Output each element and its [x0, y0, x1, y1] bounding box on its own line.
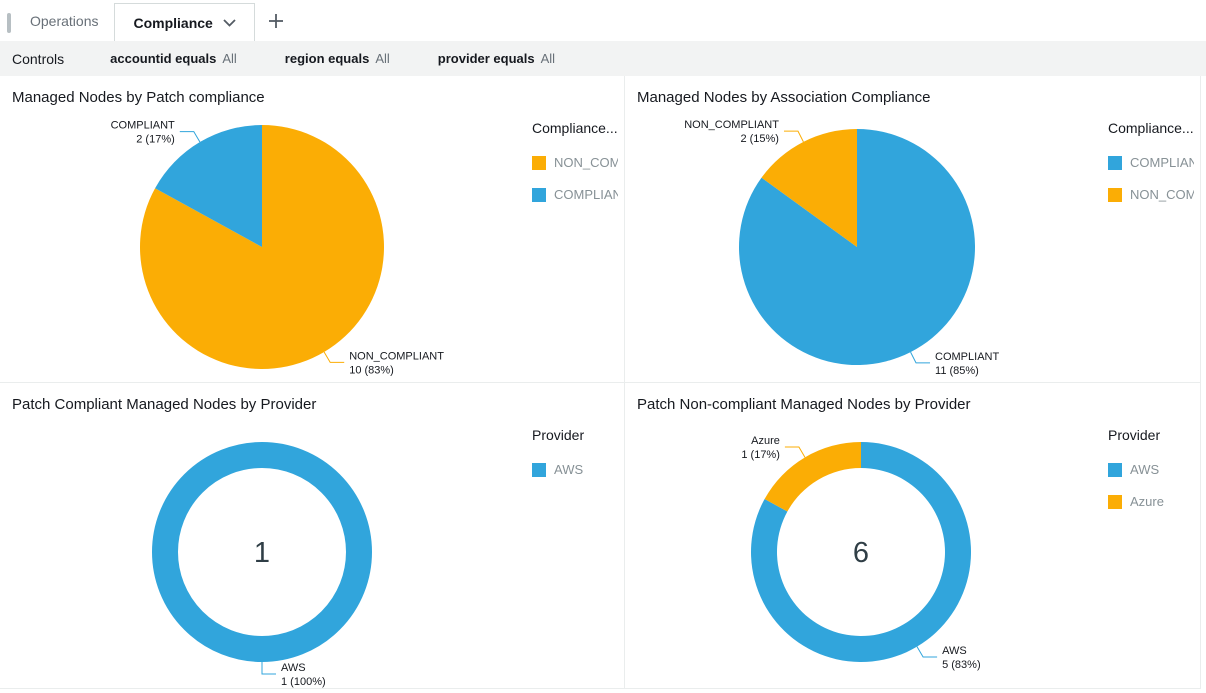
- slice-label: COMPLIANT11 (85%): [935, 351, 999, 377]
- donut-chart[interactable]: AWS1 (100%) 1: [0, 383, 624, 688]
- legend-item-aws[interactable]: AWS: [532, 462, 618, 477]
- tab-operations-label: Operations: [30, 13, 98, 29]
- filter-provider[interactable]: provider equals All: [438, 51, 555, 66]
- legend-swatch: [532, 463, 546, 477]
- filter-value[interactable]: All: [375, 51, 389, 66]
- chevron-down-icon[interactable]: [223, 19, 236, 27]
- chart-legend: Provider AWS Azure: [1108, 427, 1194, 526]
- charts-grid: Managed Nodes by Patch complianceNON_COM…: [0, 76, 1201, 689]
- legend-items: AWS Azure: [1108, 462, 1194, 509]
- legend-swatch: [1108, 188, 1122, 202]
- legend-item-non-com-[interactable]: NON_COM...: [532, 155, 618, 170]
- legend-item-compliant[interactable]: COMPLIANT: [1108, 155, 1194, 170]
- chart-legend: Compliance... COMPLIANT NON_COM...: [1108, 120, 1194, 219]
- label-leader-line: [785, 447, 805, 457]
- legend-swatch: [1108, 156, 1122, 170]
- tab-compliance[interactable]: Compliance: [114, 3, 254, 41]
- slice-label: COMPLIANT2 (17%): [111, 120, 175, 146]
- legend-item-label: COMPLIANT: [1130, 155, 1194, 170]
- slice-label: NON_COMPLIANT10 (83%): [349, 350, 444, 376]
- legend-item-label: NON_COM...: [1130, 187, 1194, 202]
- pie-chart[interactable]: NON_COMPLIANT10 (83%) COMPLIANT2 (17%): [0, 76, 624, 382]
- slice-label: Azure1 (17%): [741, 435, 780, 461]
- legend-swatch: [532, 188, 546, 202]
- legend-swatch: [532, 156, 546, 170]
- sheet-tab-bar: Operations Compliance: [0, 0, 1206, 41]
- slice-label: NON_COMPLIANT2 (15%): [684, 119, 779, 145]
- donut-center-value: 1: [254, 537, 270, 569]
- label-leader-line: [917, 647, 937, 657]
- legend-item-aws[interactable]: AWS: [1108, 462, 1194, 477]
- tab-scroll-indicator: [7, 13, 11, 33]
- label-leader-line: [262, 662, 276, 674]
- filter-accountid[interactable]: accountid equals All: [110, 51, 237, 66]
- legend-item-label: AWS: [1130, 462, 1159, 477]
- legend-title: Provider: [532, 427, 618, 443]
- legend-item-label: AWS: [554, 462, 583, 477]
- donut-center-value: 6: [853, 537, 869, 569]
- filter-value[interactable]: All: [541, 51, 555, 66]
- filter-region[interactable]: region equals All: [285, 51, 390, 66]
- filter-label: accountid equals: [110, 51, 216, 66]
- legend-item-non-com-[interactable]: NON_COM...: [1108, 187, 1194, 202]
- legend-title: Compliance...: [1108, 120, 1194, 136]
- label-leader-line: [784, 131, 803, 142]
- legend-item-label: NON_COM...: [554, 155, 618, 170]
- legend-swatch: [1108, 463, 1122, 477]
- chart-panel-2: Managed Nodes by Association ComplianceC…: [625, 76, 1200, 383]
- controls-label: Controls: [12, 51, 64, 67]
- filter-value[interactable]: All: [222, 51, 236, 66]
- chart-panel-1: Managed Nodes by Patch complianceNON_COM…: [0, 76, 625, 383]
- legend-item-label: Azure: [1130, 494, 1164, 509]
- slice-label: AWS5 (83%): [942, 645, 981, 671]
- legend-items: NON_COM... COMPLIANT: [532, 155, 618, 202]
- filter-label: region equals: [285, 51, 370, 66]
- tab-operations[interactable]: Operations: [14, 0, 114, 41]
- slice-label: AWS1 (100%): [281, 662, 326, 688]
- chart-panel-4: Patch Non-compliant Managed Nodes by Pro…: [625, 383, 1200, 689]
- legend-item-label: COMPLIANT: [554, 187, 618, 202]
- legend-swatch: [1108, 495, 1122, 509]
- label-leader-line: [180, 132, 200, 142]
- legend-items: COMPLIANT NON_COM...: [1108, 155, 1194, 202]
- filter-label: provider equals: [438, 51, 535, 66]
- chart-panel-3: Patch Compliant Managed Nodes by Provide…: [0, 383, 625, 689]
- legend-item-compliant[interactable]: COMPLIANT: [532, 187, 618, 202]
- plus-icon: [268, 13, 284, 29]
- chart-legend: Compliance... NON_COM... COMPLIANT: [532, 120, 618, 219]
- chart-legend: Provider AWS: [532, 427, 618, 494]
- controls-bar: Controls accountid equalsAllregion equal…: [0, 41, 1206, 76]
- filters: accountid equalsAllregion equalsAllprovi…: [110, 51, 603, 66]
- tab-compliance-label: Compliance: [133, 15, 212, 31]
- label-leader-line: [911, 352, 930, 363]
- legend-title: Provider: [1108, 427, 1194, 443]
- label-leader-line: [324, 352, 344, 362]
- add-tab-button[interactable]: [255, 0, 297, 41]
- legend-title: Compliance...: [532, 120, 618, 136]
- legend-item-azure[interactable]: Azure: [1108, 494, 1194, 509]
- legend-items: AWS: [532, 462, 618, 477]
